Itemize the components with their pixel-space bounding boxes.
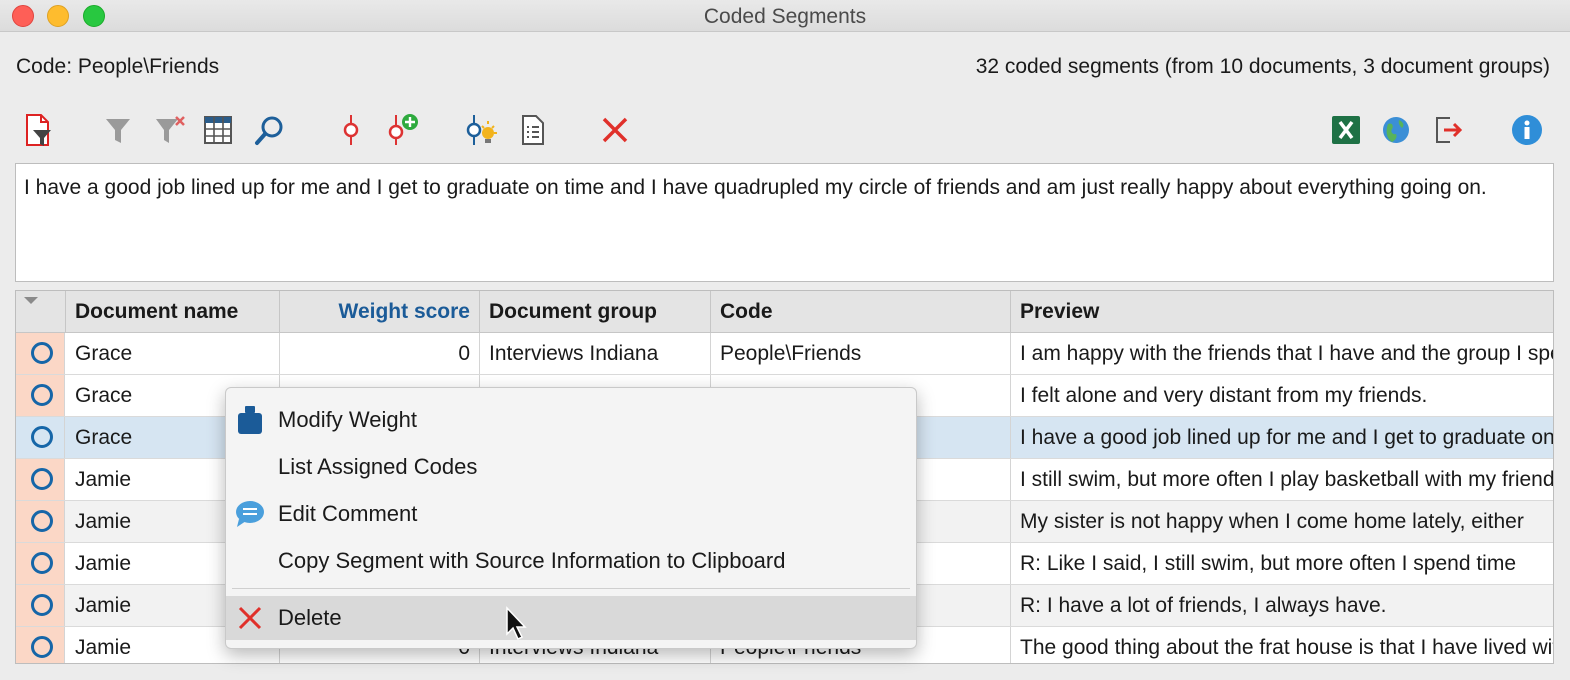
segment-circle-icon <box>31 342 53 364</box>
cell-document-group: Interviews Indiana <box>480 333 711 374</box>
menu-item-label: Copy Segment with Source Information to … <box>278 548 786 573</box>
overview-list-icon[interactable] <box>513 110 553 150</box>
cell-preview: The good thing about the frat house is t… <box>1020 636 1554 659</box>
menu-item-label: Delete <box>278 605 342 630</box>
search-icon[interactable] <box>250 110 290 150</box>
context-menu: Modify Weight List Assigned Codes Edit C… <box>225 387 917 649</box>
table-header: Document name Weight score Document grou… <box>16 291 1553 333</box>
segment-circle-icon <box>31 384 53 406</box>
table-view-icon[interactable] <box>198 110 238 150</box>
cell-preview: I have a good job lined up for me and I … <box>1020 426 1554 449</box>
menu-item-modify-weight[interactable]: Modify Weight <box>226 398 916 442</box>
menu-item-list-assigned-codes[interactable]: List Assigned Codes <box>226 445 916 489</box>
smart-coding-icon[interactable] <box>462 110 502 150</box>
delete-icon <box>234 602 266 634</box>
cell-preview: I felt alone and very distant from my fr… <box>1020 384 1428 407</box>
segment-circle-icon <box>31 594 53 616</box>
menu-item-copy-segment[interactable]: Copy Segment with Source Information to … <box>226 539 916 583</box>
row-marker <box>16 501 65 542</box>
cell-weight-score: 0 <box>280 333 480 374</box>
row-marker <box>16 543 65 584</box>
header-document-name[interactable]: Document name <box>66 291 280 333</box>
web-export-icon[interactable] <box>1376 110 1416 150</box>
header-preview[interactable]: Preview <box>1011 291 1553 333</box>
cell-preview: My sister is not happy when I come home … <box>1020 510 1524 533</box>
menu-item-edit-comment[interactable]: Edit Comment <box>226 492 916 536</box>
excel-export-icon[interactable] <box>1326 110 1366 150</box>
segment-circle-icon <box>31 510 53 532</box>
cell-document-name: Grace <box>66 333 280 374</box>
cell-code: People\Friends <box>711 333 1011 374</box>
table-row[interactable]: Grace 0 Interviews Indiana People\Friend… <box>16 333 1553 375</box>
segment-preview[interactable]: I have a good job lined up for me and I … <box>15 163 1554 282</box>
export-icon[interactable] <box>1428 110 1468 150</box>
segment-circle-icon <box>31 552 53 574</box>
clear-filter-icon[interactable] <box>150 110 190 150</box>
segment-preview-text: I have a good job lined up for me and I … <box>24 176 1487 199</box>
segment-circle-icon <box>31 636 53 658</box>
weight-icon <box>234 404 266 436</box>
filter-icon[interactable] <box>98 110 138 150</box>
row-marker <box>16 585 65 626</box>
comment-icon <box>234 498 266 530</box>
row-marker <box>16 417 65 458</box>
menu-item-label: Modify Weight <box>278 407 417 432</box>
menu-item-label: List Assigned Codes <box>278 454 478 479</box>
segment-circle-icon <box>31 426 53 448</box>
menu-item-label: Edit Comment <box>278 501 418 526</box>
window-title: Coded Segments <box>703 5 867 28</box>
sort-arrow-icon <box>24 297 38 304</box>
title-bar: Coded Segments <box>0 0 1570 32</box>
cell-preview: I still swim, but more often I play bask… <box>1020 468 1554 491</box>
row-marker <box>16 375 65 416</box>
header-weight-score[interactable]: Weight score <box>280 291 480 333</box>
mouse-cursor-icon <box>505 606 529 642</box>
header-marker-column[interactable] <box>16 291 66 333</box>
delete-icon[interactable] <box>595 110 635 150</box>
segment-circle-icon <box>31 468 53 490</box>
cell-preview: R: Like I said, I still swim, but more o… <box>1020 552 1517 575</box>
row-marker <box>16 459 65 500</box>
code-segment-icon[interactable] <box>331 110 371 150</box>
code-label: Code: People\Friends <box>16 55 220 78</box>
cell-preview: R: I have a lot of friends, I always hav… <box>1020 594 1387 617</box>
add-code-icon[interactable] <box>382 110 422 150</box>
menu-item-delete[interactable]: Delete <box>226 596 916 640</box>
header-document-group[interactable]: Document group <box>480 291 711 333</box>
row-marker <box>16 627 65 663</box>
header-code[interactable]: Code <box>711 291 1011 333</box>
document-filter-icon[interactable] <box>18 110 58 150</box>
toolbar <box>0 104 1570 158</box>
row-marker <box>16 333 65 374</box>
cell-preview: I am happy with the friends that I have … <box>1020 342 1553 365</box>
menu-separator <box>232 588 910 589</box>
info-icon[interactable] <box>1507 110 1547 150</box>
segment-count: 32 coded segments (from 10 documents, 3 … <box>975 55 1550 78</box>
